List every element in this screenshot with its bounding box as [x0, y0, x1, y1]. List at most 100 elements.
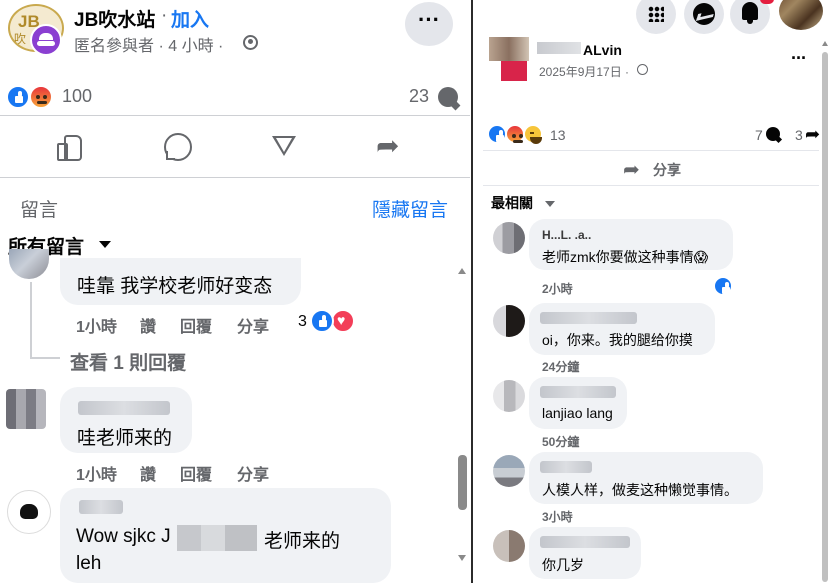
more-options-button[interactable]: ··· — [791, 48, 807, 69]
sort-filter[interactable]: 最相關 — [491, 193, 533, 213]
view-replies-link[interactable]: 查看 1 則回覆 — [70, 348, 186, 375]
right-post-pane: ALvin 2025年9月17日 · ··· 13 7 3 ➦ ➦ 分享 最相關… — [473, 0, 829, 583]
comment-bubble[interactable]: lanjiao lang — [529, 377, 627, 429]
thread-line — [30, 282, 32, 358]
comment-bubble-icon — [766, 127, 780, 141]
angry-reaction-icon — [29, 85, 53, 109]
comment-reply-button[interactable]: 回覆 — [180, 313, 212, 337]
commenter-name-redacted[interactable] — [540, 312, 637, 324]
comment-count[interactable]: 23 — [409, 86, 429, 107]
grid-menu-icon — [648, 6, 664, 22]
like-button[interactable] — [55, 132, 83, 161]
post-meta: 匿名參與者 · 4 小時 · — [74, 32, 223, 56]
comment-bubble[interactable]: oi，你来。我的腿给你摸 — [529, 303, 715, 355]
comment-bubble[interactable]: 哇老师来的 — [60, 387, 192, 453]
avatar[interactable] — [493, 305, 525, 337]
comment-bubble[interactable]: H...L. .a.. 老师zmk你要做这种事情😱 — [529, 219, 733, 270]
comment-text: oi，你来。我的腿给你摸 — [542, 332, 693, 348]
globe-icon — [243, 35, 258, 50]
haha-reaction-icon — [523, 124, 543, 144]
reaction-count[interactable]: 13 — [550, 127, 566, 143]
comment-time[interactable]: 3小時 — [542, 508, 573, 525]
divider — [483, 185, 819, 186]
notifications-button[interactable] — [730, 0, 770, 34]
comment-bubble[interactable]: 哇靠 我学校老师好变态 — [60, 258, 301, 305]
comment-like-button[interactable]: 讚 — [140, 461, 156, 485]
avatar[interactable] — [7, 490, 51, 534]
angry-reaction-icon — [505, 124, 525, 144]
comment-time[interactable]: 50分鐘 — [542, 433, 579, 450]
comment-time[interactable]: 2小時 — [542, 280, 573, 297]
comment-bubble[interactable]: 你几岁 — [529, 527, 641, 579]
share-label: 分享 — [653, 162, 681, 178]
poster-name: 匿名參與者 — [74, 38, 155, 55]
comment-bubble[interactable]: Wow sjkc J 老师来的 leh — [60, 488, 391, 583]
avatar[interactable] — [493, 380, 525, 412]
menu-button[interactable] — [636, 0, 676, 34]
comment-time[interactable]: 24分鐘 — [542, 358, 579, 375]
comment-text: leh — [76, 553, 102, 574]
post-time[interactable]: · 4 小時 · — [154, 38, 223, 55]
chevron-down-icon[interactable] — [99, 241, 111, 248]
avatar[interactable] — [9, 249, 49, 279]
join-group-link[interactable]: 加入 — [171, 5, 209, 32]
divider — [0, 115, 470, 116]
comment-count[interactable]: 7 — [755, 127, 763, 143]
comment-text: lanjiao lang — [542, 405, 613, 421]
messenger-button[interactable] — [684, 0, 724, 34]
share-arrow-icon: ➦ — [805, 124, 821, 144]
comment-text: 人模人样，做麦这种懒觉事情。 — [542, 482, 738, 498]
chevron-down-icon[interactable] — [545, 201, 555, 207]
more-options-button[interactable]: ··· — [405, 2, 453, 46]
avatar[interactable] — [493, 455, 525, 487]
comment-text: 老师zmk你要做这种事情😱 — [542, 249, 709, 265]
commenter-name-redacted[interactable] — [78, 401, 170, 415]
post-date[interactable]: 2025年9月17日 · — [539, 63, 629, 80]
comment-button[interactable] — [163, 132, 192, 161]
scroll-up-icon[interactable] — [822, 41, 828, 46]
commenter-name-redacted[interactable] — [540, 386, 616, 398]
send-button[interactable] — [270, 132, 298, 160]
divider — [0, 177, 470, 178]
comment-reaction-count[interactable]: 3 — [298, 313, 307, 331]
group-name[interactable]: JB吹水站 — [74, 5, 155, 32]
comment-time[interactable]: 1小時 — [76, 313, 117, 337]
profile-avatar[interactable] — [779, 0, 823, 30]
left-post-pane: JB 吹 JB吹水站 · 加入 匿名參與者 · 4 小時 · ··· 100 2… — [0, 0, 470, 583]
reaction-count[interactable]: 100 — [62, 86, 92, 107]
comment-share-button[interactable]: 分享 — [237, 461, 269, 485]
comment-share-button[interactable]: 分享 — [237, 313, 269, 337]
avatar[interactable] — [6, 389, 46, 429]
like-reaction-icon — [713, 276, 733, 296]
like-reaction-icon — [6, 85, 30, 109]
author-name-redacted[interactable] — [537, 42, 581, 54]
comment-text: 哇老师来的 — [77, 428, 173, 449]
share-icon: ➦ — [623, 159, 640, 181]
thread-line — [30, 357, 60, 359]
bell-icon — [742, 2, 758, 24]
comment-reply-button[interactable]: 回覆 — [180, 461, 212, 485]
commenter-name-redacted[interactable]: H...L. .a.. — [542, 228, 591, 242]
share-button[interactable]: ➦ — [376, 132, 404, 160]
scrollbar[interactable] — [455, 262, 470, 583]
avatar[interactable] — [493, 222, 525, 254]
scroll-up-icon[interactable] — [458, 268, 466, 274]
author-name[interactable]: ALvin — [583, 42, 622, 58]
commenter-name-redacted[interactable] — [540, 536, 630, 548]
comment-like-button[interactable]: 讚 — [140, 313, 156, 337]
avatar[interactable] — [493, 530, 525, 562]
comment-text: 老师来的 — [264, 531, 341, 552]
share-count[interactable]: 3 — [795, 127, 803, 143]
scroll-thumb[interactable] — [822, 52, 828, 582]
comment-text: 你几岁 — [542, 557, 584, 573]
author-avatar[interactable] — [489, 37, 529, 81]
commenter-name-redacted[interactable] — [540, 461, 592, 473]
comment-bubble[interactable]: 人模人样，做麦这种懒觉事情。 — [529, 452, 763, 504]
messenger-icon — [693, 3, 715, 25]
hide-comments-link[interactable]: 隱藏留言 — [372, 195, 448, 222]
comment-time[interactable]: 1小時 — [76, 461, 117, 485]
love-reaction-icon — [331, 309, 355, 333]
commenter-name-redacted[interactable] — [79, 500, 123, 514]
scroll-thumb[interactable] — [458, 455, 467, 510]
scroll-down-icon[interactable] — [458, 555, 466, 561]
